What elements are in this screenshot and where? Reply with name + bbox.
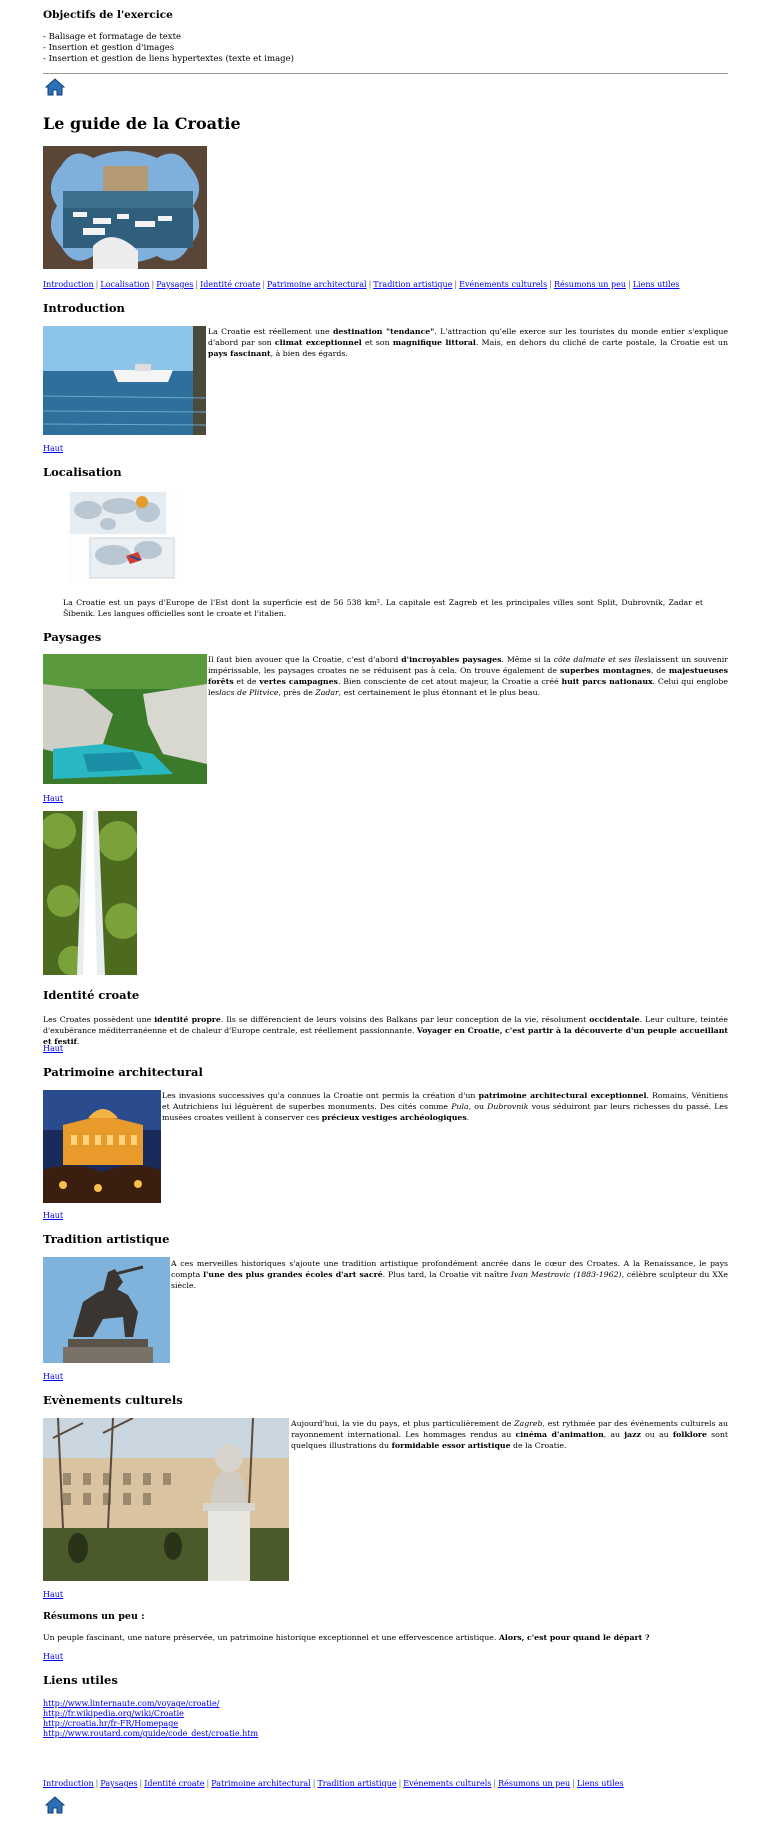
nav-introduction[interactable]: Introduction xyxy=(43,280,94,289)
nav-paysages[interactable]: Paysages xyxy=(100,1779,137,1788)
objectives-list: - Balisage et formatage de texte - Inser… xyxy=(43,32,294,65)
home-icon xyxy=(44,78,66,96)
nav-tradition[interactable]: Tradition artistique xyxy=(373,280,452,289)
nav-tradition[interactable]: Tradition artistique xyxy=(317,1779,396,1788)
tradition-heading: Tradition artistique xyxy=(43,1232,170,1246)
objective-item: - Balisage et formatage de texte xyxy=(43,32,182,42)
nav-resumons[interactable]: Résumons un peu xyxy=(498,1779,570,1788)
localisation-heading: Localisation xyxy=(43,465,122,479)
nav-evenements[interactable]: Evénements culturels xyxy=(403,1779,491,1788)
nav-paysages[interactable]: Paysages xyxy=(156,280,193,289)
nav-resumons[interactable]: Résumons un peu xyxy=(554,280,626,289)
nav-introduction[interactable]: Introduction xyxy=(43,1779,94,1788)
useful-links-list: http://www.linternaute.com/voyage/croati… xyxy=(43,1699,258,1739)
nav-separator: | xyxy=(206,1779,210,1788)
nav-separator: | xyxy=(572,1779,575,1788)
evenements-heading: Evènements culturels xyxy=(43,1393,183,1407)
nav-patrimoine[interactable]: Patrimoine architectural xyxy=(211,1779,311,1788)
haut-link[interactable]: Haut xyxy=(43,1044,63,1053)
nav-separator: | xyxy=(95,280,99,289)
liens-heading: Liens utiles xyxy=(43,1673,118,1687)
evenements-text: Aujourd'hui, la vie du pays, et plus par… xyxy=(291,1419,728,1450)
paysages-text: Il faut bien avouer que la Croatie, c'es… xyxy=(208,655,729,697)
statue-image xyxy=(43,1257,170,1363)
boat-image xyxy=(43,326,206,435)
nav-identite[interactable]: Identité croate xyxy=(200,280,260,289)
nav-separator: | xyxy=(262,280,266,289)
objective-item: - Insertion et gestion de liens hypertex… xyxy=(43,54,294,64)
haut-link[interactable]: Haut xyxy=(43,1652,63,1661)
nav-separator: | xyxy=(139,1779,143,1788)
nav-separator: | xyxy=(368,280,372,289)
nav-separator: | xyxy=(95,1779,99,1788)
nav-separator: | xyxy=(628,280,631,289)
nav-separator: | xyxy=(549,280,552,289)
nav-evenements[interactable]: Evénements culturels xyxy=(459,280,547,289)
tradition-text: A ces merveilles historiques s'ajoute un… xyxy=(171,1259,728,1290)
objectives-title: Objectifs de l'exercice xyxy=(43,9,173,21)
page-title: Le guide de la Croatie xyxy=(43,114,241,133)
map-image xyxy=(68,490,178,583)
localisation-text: La Croatie est un pays d'Europe de l'Est… xyxy=(63,598,703,618)
useful-link[interactable]: http://croatia.hr/fr-FR/Homepage xyxy=(43,1719,258,1729)
theatre-image xyxy=(43,1090,161,1203)
identite-text: Les Croates possèdent une identité propr… xyxy=(43,1015,728,1046)
nav-liens[interactable]: Liens utiles xyxy=(633,280,680,289)
objective-item: - Insertion et gestion d'images xyxy=(43,43,175,53)
nav-separator: | xyxy=(195,280,199,289)
haut-link[interactable]: Haut xyxy=(43,1211,63,1220)
home-link-bottom[interactable] xyxy=(44,1796,66,1818)
nav-separator: | xyxy=(312,1779,316,1788)
identite-heading: Identité croate xyxy=(43,988,140,1002)
coast-image xyxy=(43,654,207,784)
resumons-heading: Résumons un peu : xyxy=(43,1611,145,1622)
introduction-text: La Croatie est réellement une destinatio… xyxy=(208,327,729,358)
nav-liens[interactable]: Liens utiles xyxy=(577,1779,624,1788)
nav-patrimoine[interactable]: Patrimoine architectural xyxy=(267,280,367,289)
haut-link[interactable]: Haut xyxy=(43,794,63,803)
nav-identite[interactable]: Identité croate xyxy=(144,1779,204,1788)
haut-link[interactable]: Haut xyxy=(43,1590,63,1599)
nav-separator: | xyxy=(398,1779,402,1788)
useful-link[interactable]: http://www.routard.com/guide/code_dest/c… xyxy=(43,1729,258,1739)
top-nav: Introduction | Localisation | Paysages | Ident… xyxy=(43,280,679,289)
bottom-nav: Introduction | Paysages | Identité croate | Pa… xyxy=(43,1779,624,1788)
waterfall-image xyxy=(43,811,137,975)
nav-separator: | xyxy=(493,1779,497,1788)
park-bust-image xyxy=(43,1418,289,1581)
useful-link[interactable]: http://fr.wikipedia.org/wiki/Croatie xyxy=(43,1709,258,1719)
home-link-top[interactable] xyxy=(44,78,66,100)
dubrovnik-image xyxy=(43,146,207,269)
nav-separator: | xyxy=(151,280,155,289)
paysages-heading: Paysages xyxy=(43,630,102,644)
introduction-heading: Introduction xyxy=(43,301,125,315)
useful-link[interactable]: http://www.linternaute.com/voyage/croati… xyxy=(43,1699,258,1709)
horizontal-rule xyxy=(43,73,728,74)
patrimoine-heading: Patrimoine architectural xyxy=(43,1065,203,1079)
home-icon xyxy=(44,1796,66,1814)
nav-separator: | xyxy=(454,280,458,289)
patrimoine-text: Les invasions successives qu'a connues l… xyxy=(162,1091,728,1122)
nav-localisation[interactable]: Localisation xyxy=(100,280,149,289)
haut-link[interactable]: Haut xyxy=(43,1372,63,1381)
resumons-text: Un peuple fascinant, une nature préservé… xyxy=(43,1633,650,1642)
haut-link[interactable]: Haut xyxy=(43,444,63,453)
